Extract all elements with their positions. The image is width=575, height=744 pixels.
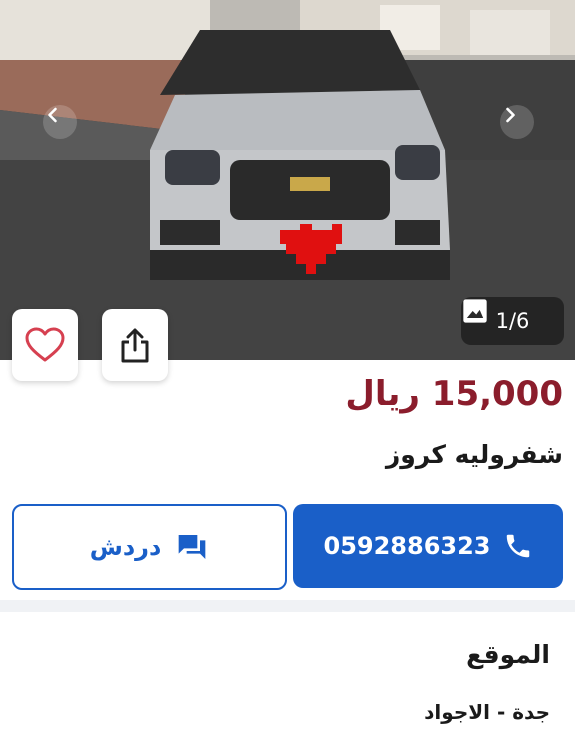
phone-number: 0592886323 <box>323 532 491 560</box>
chat-button[interactable]: دردش <box>12 504 287 590</box>
share-button[interactable] <box>102 309 168 381</box>
location-heading: الموقع <box>466 640 550 669</box>
share-icon <box>121 328 149 363</box>
call-button[interactable]: 0592886323 <box>293 504 563 588</box>
image-icon <box>463 299 487 323</box>
chevron-left-icon <box>48 107 57 123</box>
chat-label: دردش <box>89 533 162 561</box>
previous-image-button[interactable] <box>43 105 77 139</box>
favorite-button[interactable] <box>12 309 78 381</box>
listing-price: 15,000 ريال <box>345 374 563 414</box>
heart-icon <box>25 327 65 362</box>
chevron-right-icon <box>506 107 515 123</box>
next-image-button[interactable] <box>500 105 534 139</box>
image-counter-text: 1/6 <box>495 309 530 333</box>
listing-photo[interactable]: 1/6 <box>0 0 575 360</box>
phone-icon <box>506 534 529 558</box>
listing-title: شفروليه كروز <box>385 440 563 469</box>
image-counter[interactable]: 1/6 <box>461 297 564 345</box>
location-value: جدة - الاجواد <box>424 700 550 724</box>
chat-icon <box>178 535 206 559</box>
section-divider <box>0 600 575 612</box>
